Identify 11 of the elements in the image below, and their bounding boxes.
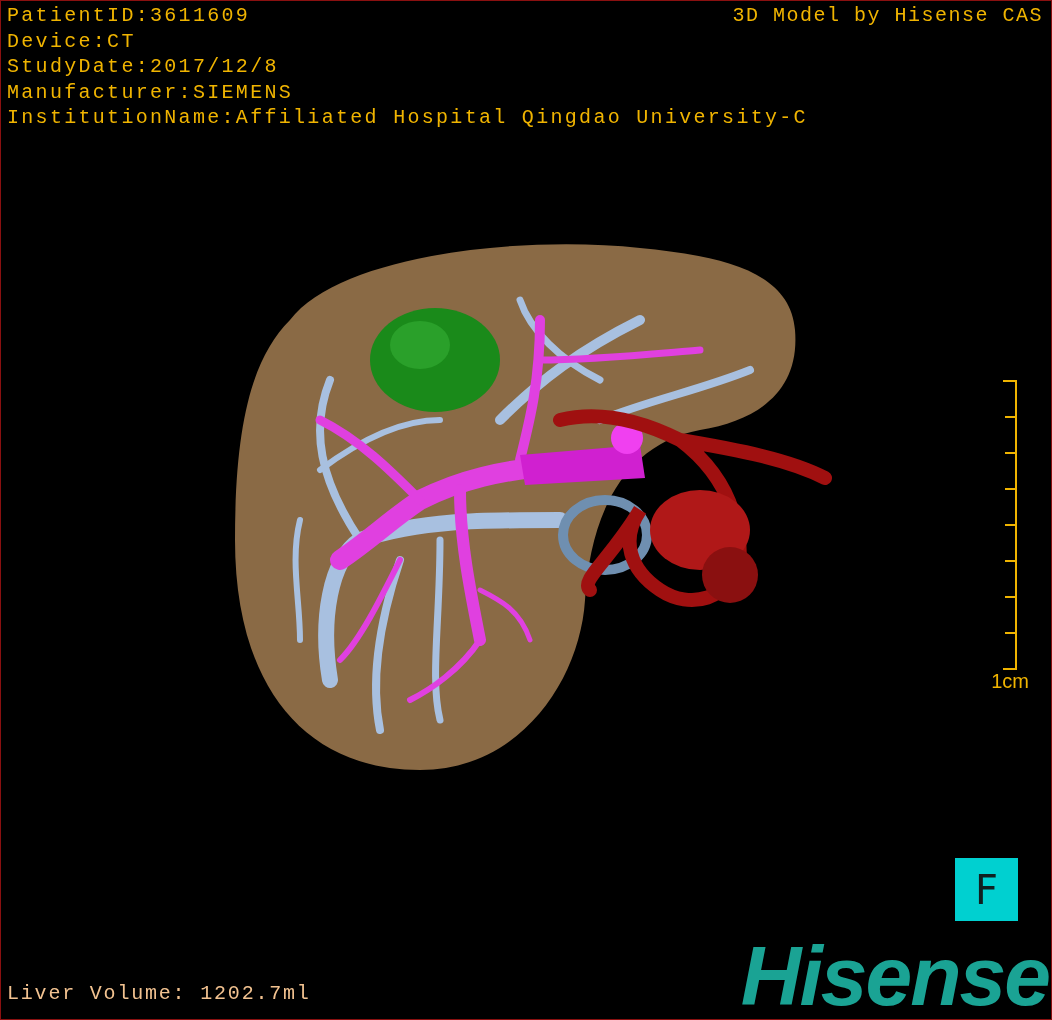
logo: Hisense: [740, 941, 1049, 1011]
view-orientation-button[interactable]: F: [955, 858, 1018, 921]
study-info-text: Manufacturer:SIEMENS: [7, 79, 294, 105]
study-info-text: InstitutionName:Affiliated Hospital Qingdao University-C: [7, 105, 808, 131]
study-info-text: StudyDate:2017/12/8: [7, 54, 279, 80]
liver-volume-text: Liver Volume: 1202.7ml: [7, 982, 311, 1005]
liver-model-drawing[interactable]: [235, 244, 832, 770]
study-info-text: Device:CT: [7, 28, 136, 54]
scale-label: 1cm: [991, 669, 1029, 693]
study-info-text: PatientID:3611609: [7, 3, 251, 29]
viewer-title: 3D Model by Hisense CAS: [732, 3, 1043, 29]
